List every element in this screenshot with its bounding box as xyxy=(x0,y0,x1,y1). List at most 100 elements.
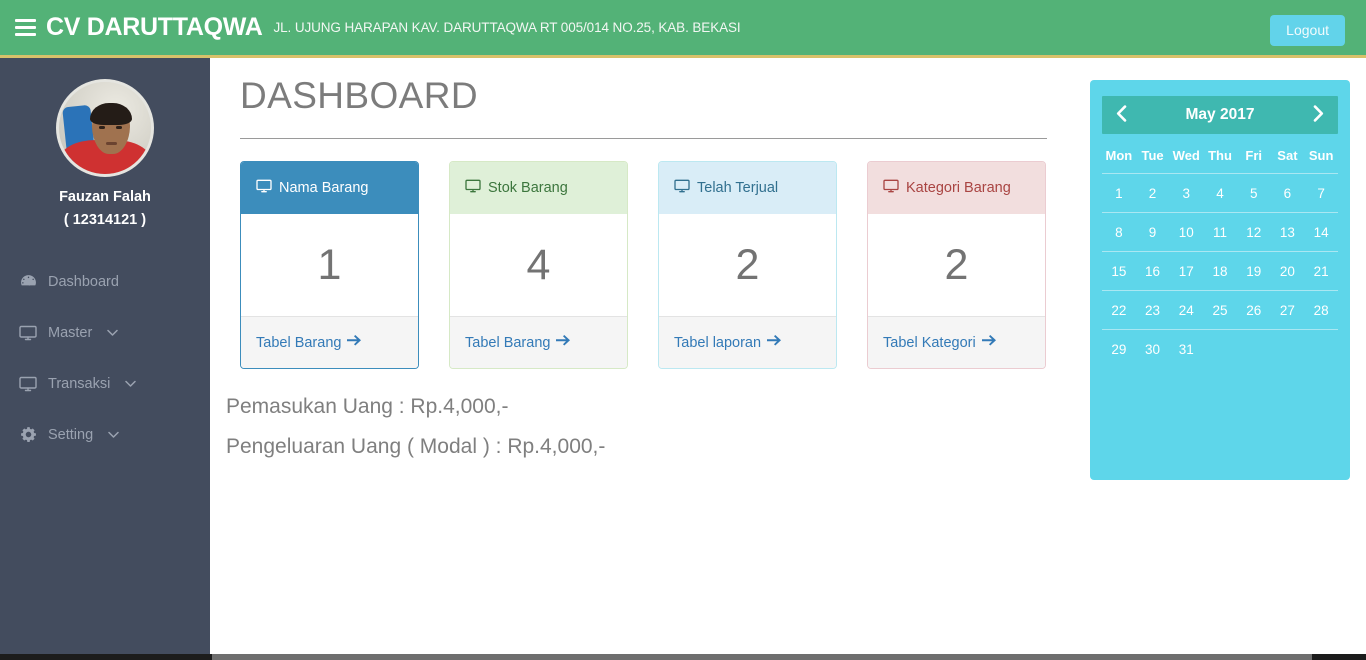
calendar-dow: Sat xyxy=(1277,148,1298,163)
card-header: Kategori Barang xyxy=(868,162,1045,214)
sidebar-item-label: Setting xyxy=(48,426,94,443)
arrow-right-icon[interactable] xyxy=(347,335,362,350)
card-link[interactable]: Tabel laporan xyxy=(674,335,761,351)
card-link[interactable]: Tabel Barang xyxy=(256,335,341,351)
stat-card-stok-barang: Stok Barang 4 Tabel Barang xyxy=(449,161,628,369)
calendar-day[interactable]: 30 xyxy=(1136,342,1170,357)
calendar-dow: Tue xyxy=(1141,148,1164,163)
card-header: Stok Barang xyxy=(450,162,627,214)
card-footer[interactable]: Tabel Barang xyxy=(450,316,627,368)
card-link[interactable]: Tabel Kategori xyxy=(883,335,976,351)
calendar-day[interactable]: 22 xyxy=(1102,303,1136,318)
arrow-right-icon[interactable] xyxy=(981,335,997,350)
sidebar-item-label: Dashboard xyxy=(48,273,119,290)
chevron-down-icon xyxy=(107,329,119,337)
hamburger-icon[interactable] xyxy=(0,0,46,57)
card-link[interactable]: Tabel Barang xyxy=(465,335,550,351)
calendar-day[interactable]: 16 xyxy=(1136,264,1170,279)
calendar-header: May 2017 xyxy=(1102,96,1338,134)
calendar-dow: Thu xyxy=(1208,148,1232,163)
avatar-eye-right xyxy=(116,126,122,129)
hamburger-bar xyxy=(14,19,36,22)
avatar xyxy=(56,79,154,177)
chevron-down-icon xyxy=(108,431,119,439)
scrollbar-thumb[interactable] xyxy=(212,654,1312,660)
calendar-dow: Mon xyxy=(1105,148,1133,163)
calendar-dow: Wed xyxy=(1172,148,1200,163)
stat-card-telah-terjual: Telah Terjual 2 Tabel laporan xyxy=(658,161,837,369)
calendar-day[interactable]: 18 xyxy=(1203,264,1237,279)
calendar-day[interactable]: 15 xyxy=(1102,264,1136,279)
sidebar: Fauzan Falah ( 12314121 ) Dashboard Mast… xyxy=(0,58,210,660)
avatar-mouth xyxy=(106,142,117,145)
calendar-day[interactable]: 26 xyxy=(1237,303,1271,318)
calendar-day xyxy=(1304,342,1338,357)
card-footer[interactable]: Tabel Barang xyxy=(241,316,418,368)
calendar-day[interactable]: 6 xyxy=(1271,186,1305,201)
sidebar-item-dashboard[interactable]: Dashboard xyxy=(0,256,210,307)
calendar-day[interactable]: 31 xyxy=(1169,342,1203,357)
calendar-day[interactable]: 3 xyxy=(1169,186,1203,201)
horizontal-scrollbar[interactable] xyxy=(0,654,1366,660)
income-text: Pemasukan Uang : Rp.4,000,- xyxy=(226,395,509,418)
calendar-day[interactable]: 14 xyxy=(1304,225,1338,240)
card-value: 4 xyxy=(450,214,627,316)
calendar-day[interactable]: 1 xyxy=(1102,186,1136,201)
monitor-icon xyxy=(19,375,37,393)
main-content: DASHBOARD Nama Barang 1 Tabel Barang Sto… xyxy=(210,58,1366,660)
calendar-day[interactable]: 9 xyxy=(1136,225,1170,240)
calendar-day[interactable]: 13 xyxy=(1271,225,1305,240)
chevron-right-icon[interactable] xyxy=(1313,105,1324,125)
calendar-day[interactable]: 4 xyxy=(1203,186,1237,201)
calendar-day[interactable]: 25 xyxy=(1203,303,1237,318)
sidebar-item-transaksi[interactable]: Transaksi xyxy=(0,358,210,409)
card-title: Nama Barang xyxy=(279,180,369,196)
calendar-day[interactable]: 19 xyxy=(1237,264,1271,279)
calendar-day[interactable]: 17 xyxy=(1169,264,1203,279)
brand-title[interactable]: CV DARUTTAQWA xyxy=(46,13,263,42)
calendar-day[interactable]: 11 xyxy=(1203,225,1237,240)
sidebar-item-label: Master xyxy=(48,324,93,341)
chevron-left-icon[interactable] xyxy=(1116,105,1127,125)
calendar-month-label: May 2017 xyxy=(1185,106,1255,123)
avatar-wrapper xyxy=(0,58,210,177)
brand-address: JL. UJUNG HARAPAN KAV. DARUTTAQWA RT 005… xyxy=(273,20,741,35)
calendar-day[interactable]: 8 xyxy=(1102,225,1136,240)
calendar-day[interactable]: 12 xyxy=(1237,225,1271,240)
sidebar-item-setting[interactable]: Setting xyxy=(0,409,210,460)
calendar-day[interactable]: 2 xyxy=(1136,186,1170,201)
sidebar-item-master[interactable]: Master xyxy=(0,307,210,358)
calendar-day[interactable]: 23 xyxy=(1136,303,1170,318)
avatar-eye-left xyxy=(99,126,105,129)
calendar-day[interactable]: 24 xyxy=(1169,303,1203,318)
dashboard-icon xyxy=(19,273,37,291)
chevron-down-icon xyxy=(125,380,137,388)
calendar-day[interactable]: 28 xyxy=(1304,303,1338,318)
sidebar-item-label: Transaksi xyxy=(48,375,111,392)
calendar-day[interactable]: 20 xyxy=(1271,264,1305,279)
calendar-day[interactable]: 21 xyxy=(1304,264,1338,279)
calendar-day[interactable]: 7 xyxy=(1304,186,1338,201)
calendar-day[interactable]: 10 xyxy=(1169,225,1203,240)
page-title: DASHBOARD xyxy=(240,75,478,116)
arrow-right-icon[interactable] xyxy=(556,335,571,350)
top-navbar: CV DARUTTAQWA JL. UJUNG HARAPAN KAV. DAR… xyxy=(0,0,1366,58)
calendar-day[interactable]: 5 xyxy=(1237,186,1271,201)
calendar-week-row: 29 30 31 xyxy=(1102,330,1338,368)
card-value: 2 xyxy=(659,214,836,316)
user-id: ( 12314121 ) xyxy=(63,212,147,228)
logout-button[interactable]: Logout xyxy=(1270,15,1345,46)
calendar-dow: Sun xyxy=(1308,148,1334,163)
calendar-day[interactable]: 29 xyxy=(1102,342,1136,357)
arrow-right-icon[interactable] xyxy=(767,335,782,350)
calendar-day xyxy=(1237,342,1271,357)
calendar-dow: Fri xyxy=(1245,148,1263,163)
calendar-day[interactable]: 27 xyxy=(1271,303,1305,318)
card-footer[interactable]: Tabel laporan xyxy=(659,316,836,368)
card-footer[interactable]: Tabel Kategori xyxy=(868,316,1045,368)
title-divider xyxy=(240,138,1047,139)
hamburger-bar xyxy=(14,33,36,36)
calendar-week-row: 8 9 10 11 12 13 14 xyxy=(1102,213,1338,252)
monitor-icon xyxy=(674,179,690,197)
card-value: 2 xyxy=(868,214,1045,316)
